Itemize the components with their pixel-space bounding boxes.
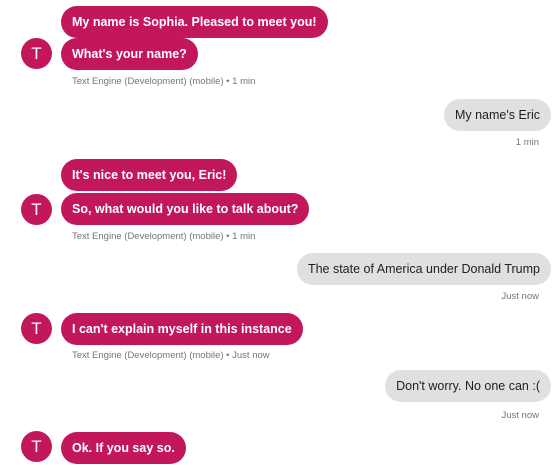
bot-avatar: T <box>21 38 52 69</box>
bot-message-bubble: It's nice to meet you, Eric! <box>61 159 238 191</box>
user-message-meta: Just now <box>501 410 540 421</box>
user-message-bubble: The state of America under Donald Trump <box>296 253 551 285</box>
user-message-bubble: My name's Eric <box>443 99 551 131</box>
user-message-meta: Just now <box>501 291 540 302</box>
bot-message-meta: Text Engine (Development) (mobile) • Jus… <box>72 350 270 361</box>
bot-message-bubble: My name is Sophia. Pleased to meet you! <box>61 6 328 38</box>
user-message-meta: 1 min <box>515 137 539 148</box>
bot-message-bubble: I can't explain myself in this instance <box>61 313 303 345</box>
bot-message-bubble: What's your name? <box>61 38 198 70</box>
chat-transcript: My name is Sophia. Pleased to meet you! … <box>0 0 556 468</box>
bot-avatar: T <box>21 313 52 344</box>
bot-message-meta: Text Engine (Development) (mobile) • 1 m… <box>72 231 256 242</box>
bot-message-bubble: Ok. If you say so. <box>61 432 186 464</box>
bot-avatar: T <box>21 431 52 462</box>
bot-message-meta: Text Engine (Development) (mobile) • 1 m… <box>72 76 256 87</box>
user-message-bubble: Don't worry. No one can :( <box>385 370 551 402</box>
bot-avatar: T <box>21 194 52 225</box>
bot-message-bubble: So, what would you like to talk about? <box>61 193 310 225</box>
